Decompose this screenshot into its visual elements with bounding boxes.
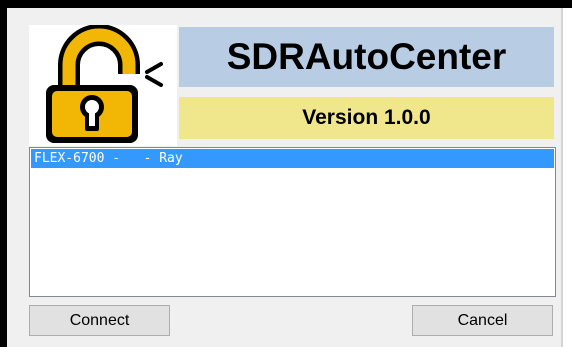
- sdr-autocenter-window: SDRAutoCenter Version 1.0.0 FLEX-6700 - …: [0, 0, 572, 347]
- open-padlock-icon: [46, 24, 163, 143]
- app-title-banner: SDRAutoCenter: [179, 27, 554, 87]
- dialog-client-area: SDRAutoCenter Version 1.0.0 FLEX-6700 - …: [7, 8, 561, 347]
- window-frame-right: [563, 8, 572, 347]
- version-banner: Version 1.0.0: [179, 97, 554, 139]
- version-label: Version 1.0.0: [302, 106, 431, 129]
- app-title: SDRAutoCenter: [226, 36, 507, 77]
- app-logo: [29, 24, 177, 146]
- window-frame-top: [0, 0, 572, 8]
- window-frame-left: [0, 0, 7, 347]
- list-item[interactable]: FLEX-6700 - - Ray: [31, 149, 554, 168]
- radio-listbox[interactable]: FLEX-6700 - - Ray: [29, 147, 556, 297]
- connect-button[interactable]: Connect: [29, 305, 170, 336]
- cancel-button[interactable]: Cancel: [412, 305, 553, 336]
